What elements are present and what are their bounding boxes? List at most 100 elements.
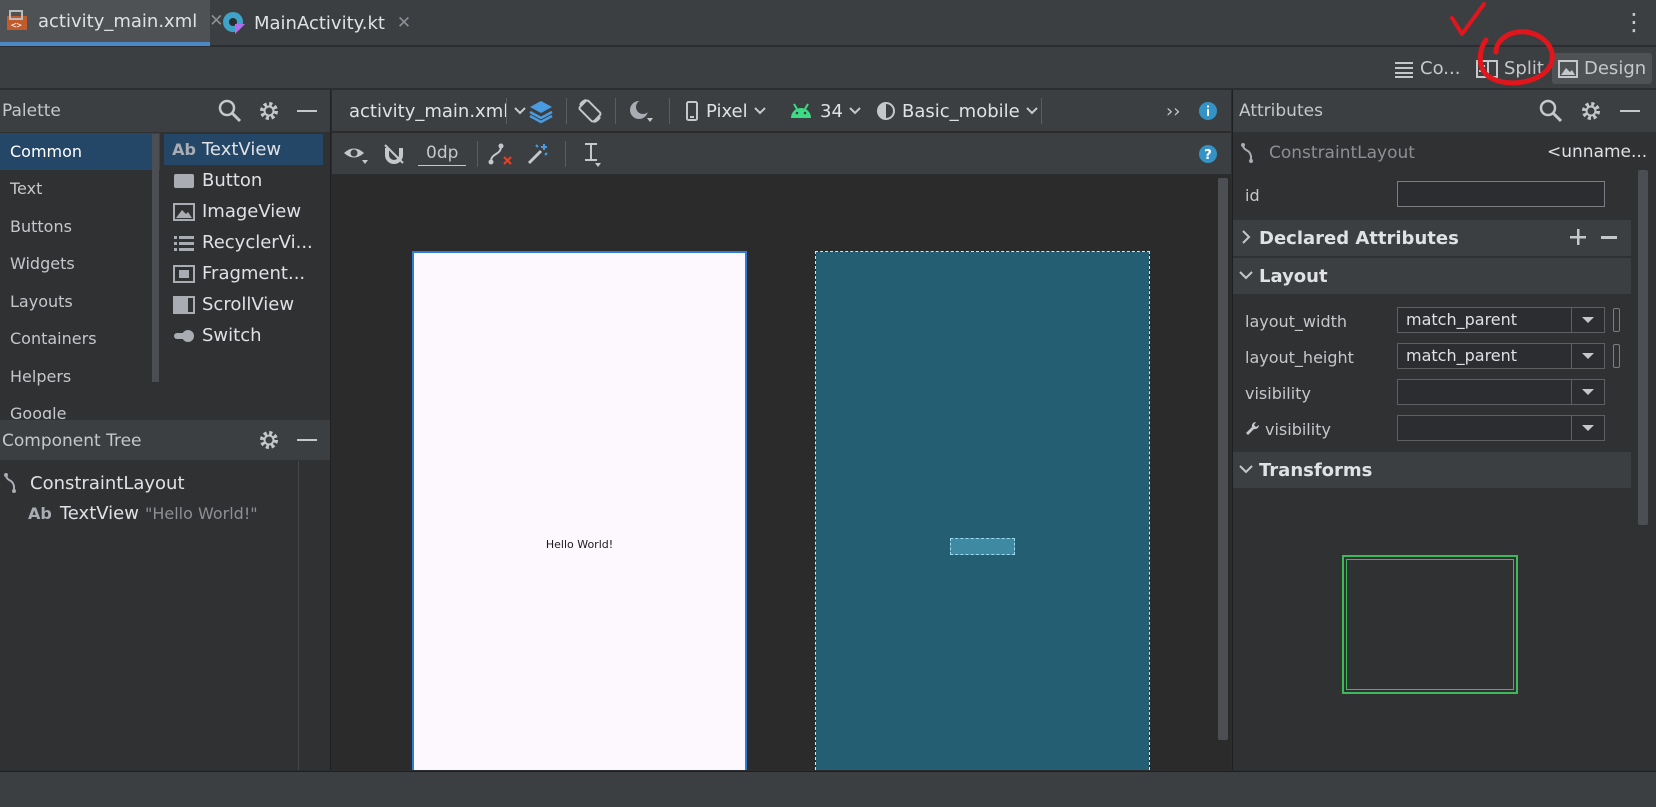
dropdown-arrow-icon bbox=[1571, 416, 1604, 440]
code-lines-icon bbox=[1394, 60, 1414, 78]
palette-item-textview[interactable]: Ab TextView bbox=[164, 134, 323, 165]
theme-icon bbox=[876, 101, 896, 121]
infer-constraints-wand-icon[interactable] bbox=[526, 133, 550, 175]
wrench-icon bbox=[1245, 421, 1261, 438]
svg-text:?: ? bbox=[1204, 148, 1212, 163]
night-mode-icon[interactable] bbox=[628, 90, 654, 132]
id-label: id bbox=[1245, 186, 1260, 205]
layout-width-dropdown[interactable]: match_parent bbox=[1397, 307, 1605, 333]
guidelines-icon[interactable] bbox=[580, 133, 602, 175]
chevron-down-icon bbox=[753, 107, 766, 115]
gear-icon[interactable] bbox=[257, 99, 281, 123]
attributes-header: Attributes bbox=[1233, 90, 1656, 132]
layout-section[interactable]: Layout bbox=[1233, 258, 1631, 294]
palette-category-containers[interactable]: Containers bbox=[0, 320, 160, 357]
gear-icon[interactable] bbox=[1579, 99, 1603, 123]
layout-width-resource-picker[interactable] bbox=[1613, 308, 1620, 332]
theme-selector[interactable]: Basic_mobile bbox=[876, 90, 1038, 132]
tree-node-constraintlayout[interactable]: ConstraintLayout bbox=[2, 470, 185, 496]
tree-divider bbox=[298, 461, 299, 770]
blueprint-textview-box[interactable] bbox=[950, 538, 1015, 555]
device-selector[interactable]: Pixel bbox=[686, 90, 766, 132]
palette-title: Palette bbox=[2, 101, 61, 121]
minimize-icon[interactable] bbox=[1620, 110, 1640, 112]
help-icon[interactable]: ? bbox=[1198, 133, 1218, 175]
palette-item-fragment[interactable]: Fragment... bbox=[172, 258, 305, 289]
component-tree-title: Component Tree bbox=[2, 431, 142, 451]
chevron-right-icon bbox=[1241, 230, 1251, 244]
id-input[interactable] bbox=[1397, 181, 1605, 207]
design-preview-screen[interactable]: Hello World! bbox=[412, 251, 747, 770]
visibility-label: visibility bbox=[1245, 384, 1311, 403]
tab-main-activity[interactable]: MainActivity.kt ✕ bbox=[222, 0, 411, 46]
visibility-dropdown[interactable] bbox=[1397, 379, 1605, 405]
layout-height-label: layout_height bbox=[1245, 348, 1354, 367]
tools-visibility-dropdown[interactable] bbox=[1397, 415, 1605, 441]
api-level-selector[interactable]: 34 bbox=[790, 90, 861, 132]
palette-category-google[interactable]: Google bbox=[0, 395, 160, 419]
fragment-icon bbox=[172, 264, 196, 283]
palette-item-recyclerview[interactable]: RecyclerVi... bbox=[172, 227, 313, 258]
palette-panel: Palette Common Text Buttons Widgets Layo… bbox=[0, 90, 331, 770]
component-tree-header: Component Tree bbox=[0, 420, 330, 460]
palette-scrollbar[interactable] bbox=[152, 134, 159, 382]
design-scrollbar[interactable] bbox=[1218, 178, 1228, 740]
close-icon[interactable]: ✕ bbox=[397, 13, 411, 33]
add-icon[interactable] bbox=[1569, 228, 1587, 246]
declared-attributes-section[interactable]: Declared Attributes bbox=[1233, 220, 1631, 256]
info-icon[interactable] bbox=[1198, 90, 1218, 132]
layout-height-resource-picker[interactable] bbox=[1613, 344, 1620, 368]
transforms-section[interactable]: Transforms bbox=[1233, 452, 1631, 488]
clear-constraints-icon[interactable] bbox=[487, 133, 513, 175]
imageview-icon bbox=[172, 202, 196, 221]
design-mode-button[interactable]: Design bbox=[1552, 53, 1653, 84]
textview-icon: Ab bbox=[28, 503, 52, 523]
overflow-chevrons-icon[interactable]: ›› bbox=[1166, 90, 1180, 132]
hello-world-text[interactable]: Hello World! bbox=[414, 538, 745, 551]
autoconnect-magnet-icon[interactable] bbox=[382, 133, 406, 175]
palette-category-helpers[interactable]: Helpers bbox=[0, 358, 160, 395]
annotation-circle-mark bbox=[1450, 2, 1555, 86]
rotate-orientation-icon[interactable] bbox=[577, 90, 603, 132]
palette-item-switch[interactable]: Switch bbox=[172, 320, 262, 351]
layers-icon[interactable] bbox=[528, 90, 554, 132]
design-surface: activity_main.xml Pixel 34 Basic_mobile bbox=[332, 90, 1231, 770]
search-icon[interactable] bbox=[218, 99, 242, 123]
chevron-down-icon bbox=[1239, 270, 1253, 280]
palette-item-scrollview[interactable]: ScrollView bbox=[172, 289, 294, 320]
more-options-icon[interactable]: ⋮ bbox=[1622, 8, 1646, 36]
palette-category-common[interactable]: Common bbox=[0, 133, 160, 170]
attributes-scrollbar[interactable] bbox=[1638, 170, 1648, 525]
switch-icon bbox=[172, 329, 196, 343]
palette-header: Palette bbox=[0, 90, 330, 132]
palette-category-layouts[interactable]: Layouts bbox=[0, 283, 160, 320]
attributes-panel: Attributes ConstraintLayout <unname... i… bbox=[1232, 90, 1656, 770]
selected-component: ConstraintLayout bbox=[1239, 140, 1415, 166]
minimize-icon[interactable] bbox=[297, 439, 317, 441]
palette-item-imageview[interactable]: ImageView bbox=[172, 196, 301, 227]
view-mode-bar: Co... Split Design bbox=[0, 47, 1656, 89]
palette-category-text[interactable]: Text bbox=[0, 170, 160, 207]
file-selector[interactable]: activity_main.xml bbox=[349, 90, 526, 132]
palette-category-buttons[interactable]: Buttons bbox=[0, 208, 160, 245]
default-margin-field[interactable]: 0dp bbox=[418, 133, 467, 175]
constraint-layout-icon bbox=[1239, 142, 1261, 164]
layout-height-dropdown[interactable]: match_parent bbox=[1397, 343, 1605, 369]
transform-preview bbox=[1342, 555, 1518, 694]
image-icon bbox=[1558, 59, 1578, 78]
tree-node-textview[interactable]: Ab TextView "Hello World!" bbox=[28, 500, 258, 526]
tab-activity-main[interactable]: <> activity_main.xml ✕ bbox=[0, 0, 223, 46]
palette-category-widgets[interactable]: Widgets bbox=[0, 245, 160, 282]
remove-icon[interactable] bbox=[1601, 236, 1617, 239]
editor-tab-bar: <> activity_main.xml ✕ MainActivity.kt ✕… bbox=[0, 0, 1656, 46]
view-options-eye-icon[interactable] bbox=[343, 133, 369, 175]
search-icon[interactable] bbox=[1539, 99, 1563, 123]
design-toolbar: activity_main.xml Pixel 34 Basic_mobile bbox=[332, 90, 1231, 132]
minimize-icon[interactable] bbox=[297, 110, 317, 112]
blueprint-preview-screen[interactable] bbox=[815, 251, 1150, 770]
palette-item-button[interactable]: Button bbox=[172, 165, 262, 196]
tab-label: MainActivity.kt bbox=[254, 12, 385, 34]
chevron-down-icon bbox=[1025, 107, 1038, 115]
layout-width-label: layout_width bbox=[1245, 312, 1348, 331]
gear-icon[interactable] bbox=[257, 428, 281, 452]
